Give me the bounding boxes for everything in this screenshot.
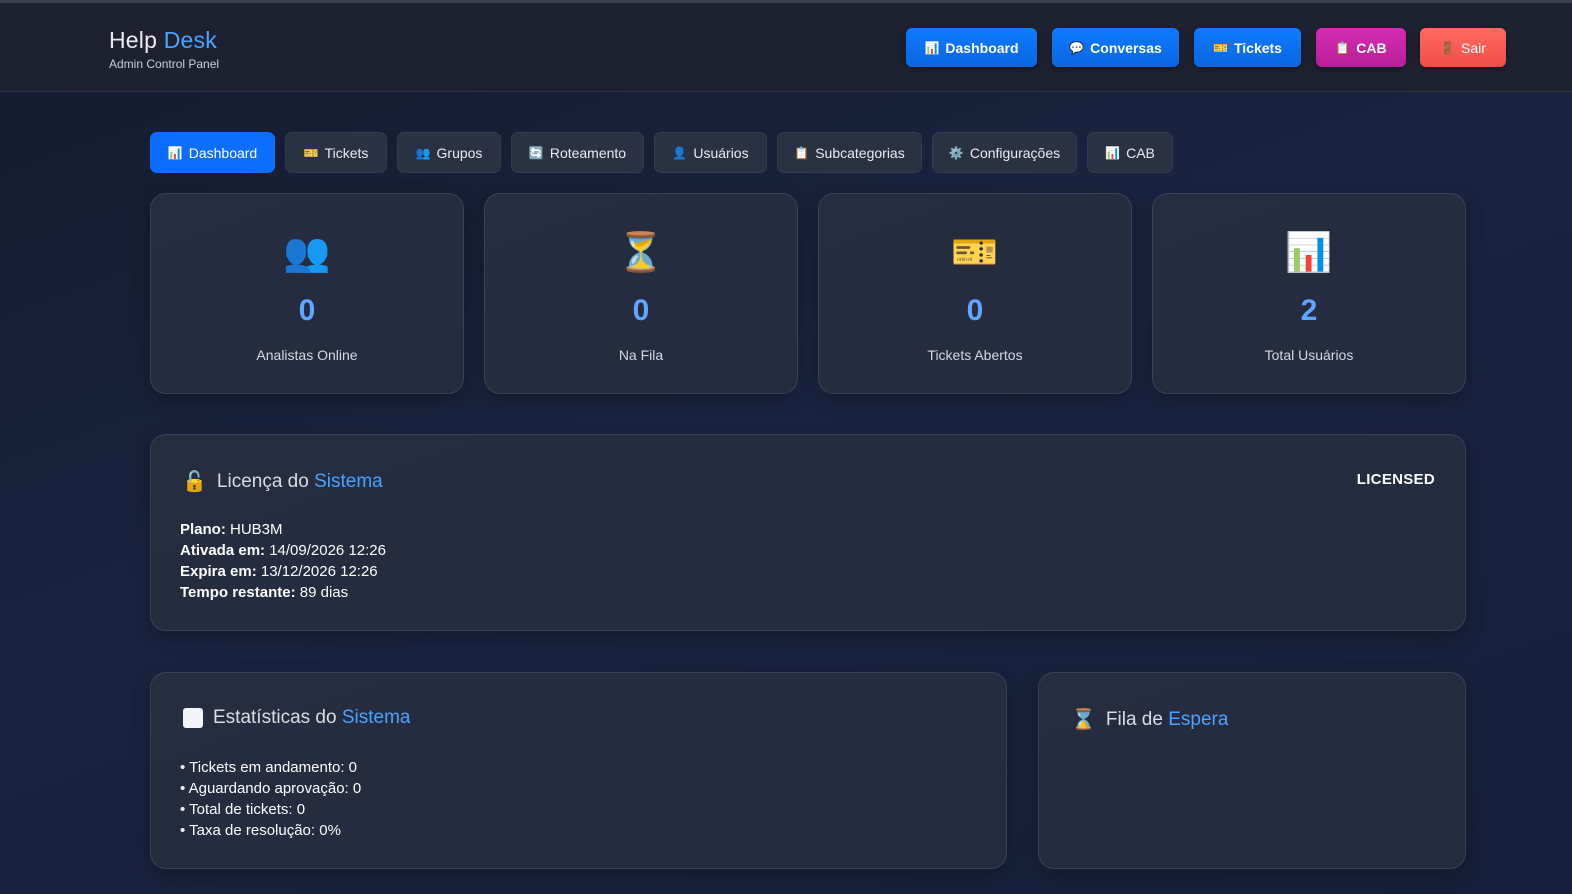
app-title: Help Desk: [109, 27, 219, 54]
system-stats-title-main: Estatísticas do: [213, 707, 337, 728]
top-dashboard-label: Dashboard: [945, 39, 1019, 56]
tab-configuracoes[interactable]: ⚙️ Configurações: [932, 132, 1077, 173]
top-cab-button[interactable]: 📋 CAB: [1316, 28, 1406, 67]
license-activated-value: 14/09/2026 12:26: [269, 542, 386, 559]
stat-card-total-usuarios: 📊 2 Total Usuários: [1152, 193, 1466, 394]
clipboard-icon: 📋: [1335, 40, 1351, 55]
stat-value: 0: [298, 294, 316, 327]
hourglass-icon: ⏳: [617, 232, 665, 274]
tab-usuarios[interactable]: 👤 Usuários: [654, 132, 767, 173]
tab-label: Subcategorias: [815, 144, 905, 161]
brand: Help Desk Admin Control Panel: [109, 27, 219, 71]
tab-grupos[interactable]: 👥 Grupos: [397, 132, 501, 173]
list-item: • Tickets em andamento: 0: [180, 759, 358, 776]
queue-title-main: Fila de: [1105, 708, 1163, 730]
tab-tickets[interactable]: 🎫 Tickets: [285, 132, 387, 173]
unlock-icon: 🔓: [182, 471, 207, 493]
license-remaining-value: 89 dias: [299, 584, 349, 601]
list-item: • Aguardando aprovação: 0: [180, 780, 362, 797]
license-plan-label: Plano:: [180, 521, 226, 538]
license-remaining-row: Tempo restante: 89 dias: [180, 582, 386, 603]
bar-chart-icon: 📊: [1285, 232, 1333, 274]
bar-chart-icon: 📊: [1105, 145, 1121, 160]
gear-icon: ⚙️: [948, 145, 964, 160]
tab-label: Grupos: [436, 144, 483, 161]
tab-cab[interactable]: 📊 CAB: [1087, 132, 1173, 173]
tab-label: Tickets: [324, 144, 369, 161]
ticket-icon: 🎫: [1213, 40, 1228, 55]
stat-label: Total Usuários: [1264, 347, 1354, 363]
stat-value: 0: [966, 294, 984, 327]
app-title-main: Help: [109, 27, 158, 53]
license-expires-row: Expira em: 13/12/2026 12:26: [180, 561, 386, 582]
door-icon: 🚪: [1440, 40, 1456, 55]
tab-label: Roteamento: [549, 144, 627, 161]
users-icon: 👥: [283, 232, 331, 274]
stat-label: Tickets Abertos: [927, 347, 1023, 363]
top-cab-label: CAB: [1356, 39, 1387, 56]
stat-value: 2: [1300, 294, 1318, 327]
tab-roteamento[interactable]: 🔄 Roteamento: [511, 132, 644, 173]
stat-label: Na Fila: [618, 347, 664, 363]
stat-card-tickets-abertos: 🎫 0 Tickets Abertos: [818, 193, 1132, 394]
top-tickets-button[interactable]: 🎫 Tickets: [1194, 28, 1301, 67]
clipboard-icon: 📋: [794, 145, 810, 160]
users-icon: 👥: [415, 145, 431, 160]
license-title-main: Licença do: [216, 470, 309, 492]
license-status-badge: LICENSED: [1356, 471, 1435, 488]
chat-bubble-icon: 💬: [1069, 40, 1085, 55]
license-title: 🔓 Licença do Sistema: [182, 469, 383, 494]
bar-chart-icon: 📊: [924, 40, 940, 55]
license-title-accent: Sistema: [314, 470, 383, 492]
license-remaining-label: Tempo restante:: [180, 584, 296, 601]
ticket-icon: 🎫: [951, 232, 999, 274]
queue-title-accent: Espera: [1168, 708, 1229, 730]
app-subtitle: Admin Control Panel: [109, 57, 220, 71]
system-stats-title-accent: Sistema: [341, 707, 411, 728]
tab-label: CAB: [1126, 144, 1155, 161]
queue-panel: ⌛ Fila de Espera: [1038, 672, 1466, 869]
system-stats-list: • Tickets em andamento: 0 • Aguardando a…: [180, 757, 361, 841]
tab-label: Configurações: [969, 144, 1061, 161]
license-expires-value: 13/12/2026 12:26: [260, 563, 378, 580]
list-item: • Total de tickets: 0: [180, 801, 306, 818]
system-stats-panel: Estatísticas do Sistema • Tickets em and…: [150, 672, 1007, 869]
license-plan-value: HUB3M: [230, 521, 283, 538]
list-item: • Taxa de resolução: 0%: [180, 822, 341, 839]
app-title-accent: Desk: [163, 27, 217, 53]
top-conversas-button[interactable]: 💬 Conversas: [1052, 28, 1179, 67]
top-conversas-label: Conversas: [1090, 39, 1162, 56]
logout-button[interactable]: 🚪 Sair: [1420, 28, 1506, 67]
stat-card-analistas-online: 👥 0 Analistas Online: [150, 193, 464, 394]
license-panel: 🔓 Licença do Sistema LICENSED Plano: HUB…: [150, 434, 1466, 631]
top-tickets-label: Tickets: [1233, 39, 1282, 56]
tab-subcategorias[interactable]: 📋 Subcategorias: [777, 132, 922, 173]
license-expires-label: Expira em:: [180, 563, 257, 580]
logout-label: Sair: [1461, 39, 1486, 56]
tab-dashboard[interactable]: 📊 Dashboard: [150, 132, 275, 173]
refresh-icon: 🔄: [528, 145, 544, 160]
tab-label: Usuários: [693, 144, 749, 161]
tab-label: Dashboard: [188, 144, 258, 161]
app-header: Help Desk Admin Control Panel 📊 Dashboar…: [0, 3, 1572, 92]
user-icon: 👤: [672, 145, 688, 160]
hourglass-icon: ⌛: [1071, 709, 1096, 731]
queue-title: ⌛ Fila de Espera: [1071, 707, 1228, 732]
stat-value: 0: [632, 294, 650, 327]
license-details: Plano: HUB3M Ativada em: 14/09/2026 12:2…: [180, 519, 386, 603]
license-activated-label: Ativada em:: [180, 542, 266, 559]
system-stats-title: Estatísticas do Sistema: [183, 707, 410, 729]
stat-label: Analistas Online: [256, 347, 358, 363]
ticket-icon: 🎫: [303, 145, 319, 160]
license-plan-row: Plano: HUB3M: [180, 519, 386, 540]
license-activated-row: Ativada em: 14/09/2026 12:26: [180, 540, 386, 561]
stat-card-na-fila: ⏳ 0 Na Fila: [484, 193, 798, 394]
top-dashboard-button[interactable]: 📊 Dashboard: [906, 28, 1037, 67]
bar-chart-icon: 📊: [167, 145, 183, 160]
square-icon: [183, 708, 203, 728]
